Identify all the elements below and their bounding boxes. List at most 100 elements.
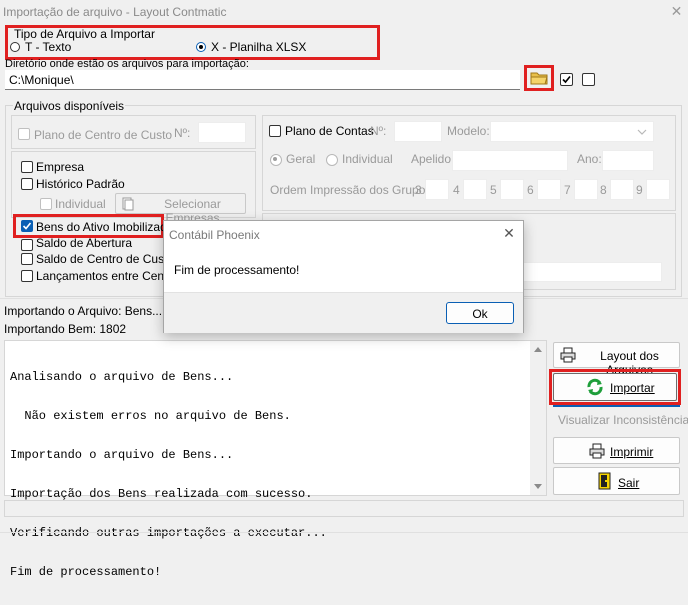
saldo-abertura-checkbox[interactable] [21,239,33,251]
historico-label: Histórico Padrão [36,177,125,191]
radio-individual-circle[interactable] [326,154,338,166]
log-scrollbar[interactable] [530,341,546,495]
log-memo[interactable]: Analisando o arquivo de Bens... Não exis… [4,340,547,579]
dialog-close-button[interactable]: ✕ [499,225,519,243]
ordem-input-1[interactable] [425,179,449,200]
lancamentos-label: Lançamentos entre Centro [36,269,179,283]
importar-button[interactable]: Importar [553,373,677,401]
checkbox-a[interactable] [560,73,573,86]
ordem-num-2: 4 [453,183,460,197]
apelido-input[interactable] [452,150,568,171]
visualizar-inconsistencia-label: Visualizar Inconsistência [558,413,688,427]
ordem-input-4[interactable] [537,179,561,200]
imprimir-label: Imprimir [610,445,654,459]
ordem-input-7[interactable] [646,179,670,200]
apelido-label: Apelido: [411,152,455,166]
radio-texto-label[interactable]: T - Texto [25,40,71,54]
log-line: Não existem erros no arquivo de Bens. [10,409,291,423]
plano-contas-num-label: Nº: [370,124,387,138]
log-line: Importando o arquivo de Bens... [10,448,234,462]
plano-contas-checkbox[interactable] [269,125,281,137]
modelo-select[interactable] [490,121,654,142]
bens-ativo-checkbox[interactable] [21,220,33,232]
bottom-separator [0,532,688,533]
sair-button[interactable]: Sair [553,467,680,495]
plano-centro-label: Plano de Centro de Custo [34,128,173,142]
scroll-down-icon[interactable] [534,484,542,489]
empresa-checkbox[interactable] [21,161,33,173]
selecionar-empresas-button[interactable]: Selecionar Empresas [115,193,246,225]
bens-ativo-label: Bens do Ativo Imobilizado [36,220,174,234]
printer-icon [589,443,605,459]
ano-label: Ano: [577,152,602,166]
importar-label: Importar [610,381,655,395]
scroll-up-icon[interactable] [534,347,542,352]
ordem-num-3: 5 [490,183,497,197]
plano-contas-num-input[interactable] [394,121,442,142]
checkbox-b[interactable] [582,73,595,86]
status-importando-arquivo: Importando o Arquivo: Bens... [4,304,163,318]
radio-individual[interactable] [326,154,338,169]
log-line: Analisando o arquivo de Bens... [10,370,234,384]
radio-geral[interactable] [270,154,282,169]
log-line: Verificando outras importações a executa… [10,526,327,540]
status-importando-bem: Importando Bem: 1802 [4,322,127,336]
visualizar-inconsistencia-button[interactable]: Visualizar Inconsistência [553,405,688,431]
diretorio-label: Diretório onde estão os arquivos para im… [5,58,249,70]
tipo-arquivo-label: Tipo de Arquivo a Importar [14,27,155,41]
printer-icon [560,347,576,363]
browse-folder-button[interactable] [528,69,550,87]
ordem-num-1: 3 [415,183,422,197]
log-lines: Analisando o arquivo de Bens... Não exis… [10,345,327,605]
folder-icon [530,72,548,85]
individual-checkbox[interactable] [40,198,52,210]
ordem-num-5: 7 [564,183,571,197]
dialog-footer: Ok [164,292,523,333]
imprimir-button[interactable]: Imprimir [553,437,680,464]
ordem-input-5[interactable] [574,179,598,200]
plano-centro-num-label: Nº: [174,126,191,140]
arquivos-group-label: Arquivos disponíveis [13,99,126,113]
dialog-ok-button[interactable]: Ok [446,302,514,324]
ordem-label: Ordem Impressão dos Grupos: [270,183,435,197]
chevron-down-icon [637,129,647,135]
ordem-input-2[interactable] [463,179,487,200]
checkmark-icon [562,75,571,84]
radio-individual-label: Individual [342,152,393,166]
ano-input[interactable] [602,150,654,171]
ordem-input-6[interactable] [610,179,634,200]
saldo-centro-label: Saldo de Centro de Custo [36,252,175,266]
exit-door-icon [598,472,611,490]
radio-xlsx[interactable] [196,41,206,55]
plano-centro-checkbox[interactable] [18,128,30,140]
plano-centro-num-input[interactable] [198,122,246,143]
window-close-button[interactable]: ✕ [665,0,688,22]
right-lower-input[interactable] [500,262,662,282]
diretorio-input[interactable]: C:\Monique\ [5,70,520,90]
sair-label: Sair [618,476,640,490]
empresa-label: Empresa [36,160,85,174]
progress-bar [4,500,684,517]
historico-checkbox[interactable] [21,178,33,190]
ordem-num-7: 9 [636,183,643,197]
lancamentos-checkbox[interactable] [21,270,33,282]
radio-xlsx-circle[interactable] [196,42,206,52]
layout-arquivos-button[interactable]: Layout dos Arquivos [553,342,680,377]
log-line: Fim de processamento! [10,565,162,579]
radio-texto-circle[interactable] [10,42,20,52]
window-title: Importação de arquivo - Layout Contmatic [3,5,227,19]
radio-texto[interactable] [10,41,20,55]
ordem-input-3[interactable] [500,179,524,200]
checkmark-icon [22,222,32,230]
individual-label: Individual [55,197,106,211]
radio-geral-circle[interactable] [270,154,282,166]
radio-xlsx-label[interactable]: X - Planilha XLSX [211,40,306,54]
refresh-icon [587,378,603,396]
ordem-num-6: 8 [600,183,607,197]
saldo-centro-checkbox[interactable] [21,253,33,265]
document-icon [122,197,134,211]
dialog-message: Fim de processamento! [174,263,300,277]
modelo-label: Modelo: [447,124,490,138]
dialog-title: Contábil Phoenix [169,228,260,242]
radio-geral-label: Geral [286,152,316,166]
